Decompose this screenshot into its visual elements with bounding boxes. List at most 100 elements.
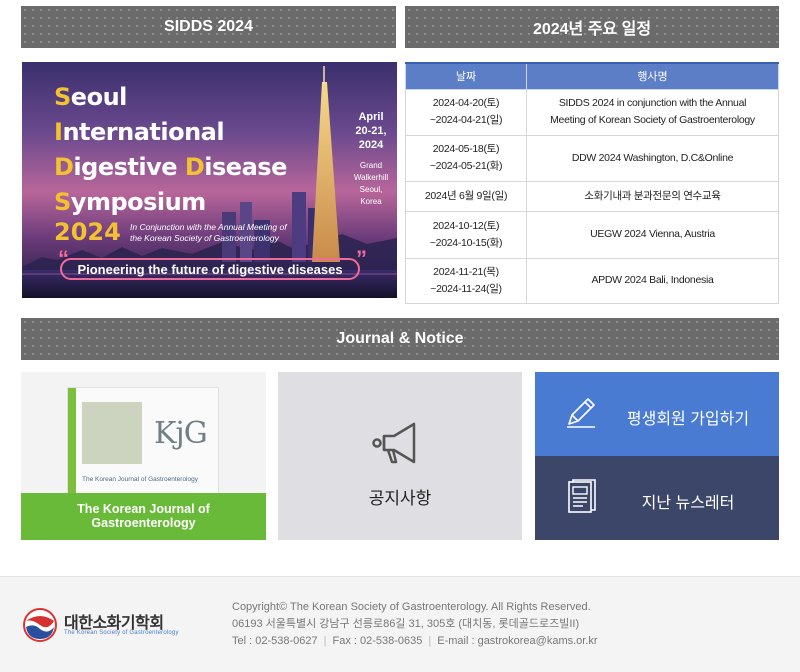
banner-date-line: April bbox=[358, 111, 384, 123]
journal-label: The Korean Journal of Gastroenterology bbox=[21, 493, 266, 540]
footer: 대한소화기학회 The Korean Society of Gastroente… bbox=[0, 576, 800, 672]
table-row: 2024-11-21(목) ~2024-11-24(일) APDW 2024 Ba… bbox=[405, 257, 779, 304]
schedule-date-line: ~2024-11-24(일) bbox=[430, 282, 502, 295]
schedule-event-cell: UEGW 2024 Vienna, Austria bbox=[526, 210, 779, 259]
notice-label: 공지사항 bbox=[368, 489, 432, 508]
schedule-header-date: 날짜 bbox=[405, 62, 527, 90]
society-name-english: The Korean Society of Gastroenterology bbox=[64, 630, 179, 636]
past-newsletter-button[interactable]: 지난 뉴스레터 bbox=[535, 456, 779, 540]
banner-conjunction-line: In Conjunction with the Annual Meeting o… bbox=[130, 222, 287, 232]
tel-text: Tel : 02-538-0627 bbox=[232, 635, 318, 647]
banner-title-rest: igestive bbox=[73, 153, 185, 181]
table-row: 2024-04-20(토) ~2024-04-21(일) SIDDS 2024 i… bbox=[405, 88, 779, 136]
megaphone-icon bbox=[372, 422, 416, 464]
table-row: 2024년 6월 9일(일) 소화기내과 분과전문의 연수교육 bbox=[405, 180, 779, 212]
section-header-sidds: SIDDS 2024 bbox=[21, 6, 396, 48]
schedule-date-line: 2024-04-20(토) bbox=[432, 97, 500, 109]
section-header-schedule: 2024년 주요 일정 bbox=[405, 6, 779, 48]
banner-title-initial: D bbox=[54, 153, 74, 181]
section-header-schedule-label: 2024년 주요 일정 bbox=[532, 21, 652, 38]
banner-title-rest: eoul bbox=[70, 83, 128, 111]
schedule-event-cell: 소화기내과 분과전문의 연수교육 bbox=[526, 180, 779, 212]
banner-event-venue: Grand Walkerhill Seoul, Korea bbox=[351, 160, 391, 208]
banner-venue-line: Seoul, bbox=[359, 185, 383, 194]
schedule-date-cell: 2024-04-20(토) ~2024-04-21(일) bbox=[405, 88, 527, 136]
schedule-date-cell: 2024-05-18(토) ~2024-05-21(화) bbox=[405, 134, 527, 182]
section-header-sidds-label: SIDDS 2024 bbox=[164, 18, 253, 35]
schedule-date-cell: 2024-11-21(목) ~2024-11-24(일) bbox=[405, 257, 527, 304]
fax-text: Fax : 02-538-0635 bbox=[332, 635, 423, 647]
journal-card[interactable]: KjG The Korean Journal of Gastroenterolo… bbox=[21, 372, 266, 540]
banner-event-date: April 20-21, 2024 bbox=[351, 110, 391, 152]
table-row: 2024-05-18(토) ~2024-05-21(화) DDW 2024 Was… bbox=[405, 134, 779, 182]
lifetime-membership-label: 평생회원 가입하기 bbox=[626, 411, 750, 428]
section-header-journal-notice: Journal & Notice bbox=[21, 318, 779, 360]
banner-title-rest: isease bbox=[204, 153, 287, 181]
banner-venue-line: Walkerhill bbox=[353, 173, 389, 182]
schedule-date-line: ~2024-10-15(화) bbox=[429, 236, 503, 249]
banner-title-line: International bbox=[54, 115, 287, 150]
banner-venue-line: Korea bbox=[360, 197, 382, 206]
banner-title-initial: D bbox=[184, 153, 205, 181]
banner-title-initial: S bbox=[54, 83, 71, 111]
sidds-banner[interactable]: Seoul International Digestive Disease Sy… bbox=[22, 62, 397, 298]
schedule-date-line: ~2024-05-21(화) bbox=[429, 160, 503, 172]
banner-conjunction-line: the Korean Society of Gastroenterology bbox=[130, 233, 279, 243]
email-text: E-mail : gastrokorea@kams.or.kr bbox=[437, 635, 598, 647]
society-logo-icon bbox=[23, 608, 57, 642]
section-header-journal-notice-label: Journal & Notice bbox=[336, 330, 464, 347]
document-icon bbox=[568, 479, 596, 513]
past-newsletter-label: 지난 뉴스레터 bbox=[641, 495, 735, 512]
banner-title-initial: S bbox=[54, 188, 71, 216]
banner-date-line: 2024 bbox=[358, 139, 384, 151]
lifetime-membership-button[interactable]: 평생회원 가입하기 bbox=[535, 372, 779, 456]
footer-info: Copyright© The Korean Society of Gastroe… bbox=[232, 599, 598, 650]
schedule-date-line: ~2024-04-21(일) bbox=[429, 114, 503, 126]
schedule-header-event: 행사명 bbox=[526, 62, 779, 90]
schedule-header-row: 날짜 행사명 bbox=[405, 62, 779, 90]
banner-title-rest: ymposium bbox=[70, 188, 206, 216]
banner-title-line: Digestive Disease bbox=[54, 150, 287, 185]
schedule-date-cell: 2024-10-12(토) ~2024-10-15(화) bbox=[405, 210, 527, 259]
notice-card[interactable]: 공지사항 bbox=[278, 372, 522, 540]
journal-label-line: The Korean Journal of bbox=[77, 502, 210, 516]
schedule-event-line: UEGW 2024 Vienna, Austria bbox=[590, 228, 715, 240]
schedule-event-cell: APDW 2024 Bali, Indonesia bbox=[526, 257, 779, 304]
banner-conjunction-text: In Conjunction with the Annual Meeting o… bbox=[130, 222, 320, 244]
journal-cover-spine bbox=[68, 388, 76, 498]
journal-cover: KjG The Korean Journal of Gastroenterolo… bbox=[67, 387, 219, 498]
banner-year: 2024 bbox=[54, 218, 121, 246]
schedule-event-cell: DDW 2024 Washington, D.C&Online bbox=[526, 134, 779, 182]
banner-date-line: 20-21, bbox=[355, 125, 387, 137]
journal-label-line: Gastroenterology bbox=[91, 516, 196, 530]
schedule-date-line: 2024년 6월 9일(일) bbox=[424, 189, 508, 202]
divider: | bbox=[428, 635, 432, 647]
schedule-table: 날짜 행사명 2024-04-20(토) ~2024-04-21(일) SIDDS… bbox=[405, 62, 779, 304]
schedule-event-line: APDW 2024 Bali, Indonesia bbox=[591, 274, 714, 286]
schedule-event-line: 소화기내과 분과전문의 연수교육 bbox=[584, 189, 721, 202]
schedule-date-line: 2024-05-18(토) bbox=[432, 143, 500, 155]
journal-cover-image bbox=[82, 402, 142, 464]
banner-slogan: Pioneering the future of digestive disea… bbox=[60, 258, 360, 280]
journal-cover-title: KjG bbox=[154, 416, 208, 451]
schedule-event-cell: SIDDS 2024 in conjunction with the Annua… bbox=[526, 88, 779, 136]
schedule-event-line: SIDDS 2024 in conjunction with the Annua… bbox=[558, 97, 747, 109]
close-quote-icon: ” bbox=[356, 246, 367, 271]
pencil-icon bbox=[567, 398, 595, 428]
contact-line: Tel : 02-538-0627 | Fax : 02-538-0635 | E-ma… bbox=[232, 633, 598, 650]
schedule-event-line: Meeting of Korean Society of Gastroenter… bbox=[550, 114, 755, 126]
banner-title-rest: nternational bbox=[62, 118, 225, 146]
schedule-date-cell: 2024년 6월 9일(일) bbox=[405, 180, 527, 212]
divider: | bbox=[323, 635, 327, 647]
schedule-date-line: 2024-11-21(목) bbox=[433, 265, 499, 278]
banner-title: Seoul International Digestive Disease Sy… bbox=[54, 80, 287, 220]
copyright-text: Copyright© The Korean Society of Gastroe… bbox=[232, 601, 591, 613]
journal-cover-subtitle: The Korean Journal of Gastroenterology bbox=[82, 476, 198, 483]
schedule-date-line: 2024-10-12(토) bbox=[432, 219, 500, 232]
banner-title-line: Symposium bbox=[54, 185, 287, 220]
banner-title-line: Seoul bbox=[54, 80, 287, 115]
address-text: 06193 서울특별시 강남구 선릉로86길 31, 305호 (대치동, 롯데… bbox=[232, 618, 580, 630]
schedule-event-line: DDW 2024 Washington, D.C&Online bbox=[571, 151, 734, 164]
banner-venue-line: Grand bbox=[359, 161, 383, 170]
table-row: 2024-10-12(토) ~2024-10-15(화) UEGW 2024 Vi… bbox=[405, 210, 779, 259]
